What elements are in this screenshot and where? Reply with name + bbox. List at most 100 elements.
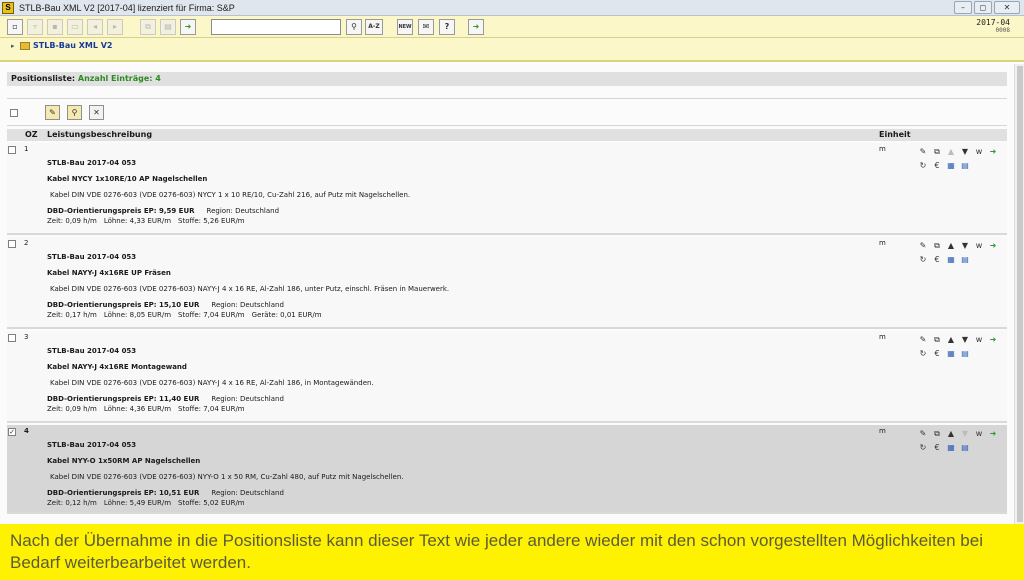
scrollbar-thumb[interactable] [1017, 66, 1023, 522]
print-icon[interactable]: ▭ [67, 19, 83, 35]
row-oz: 2 [24, 239, 29, 247]
positionsliste-label: Positionsliste: [11, 74, 76, 83]
table-icon[interactable]: ▦ [946, 443, 956, 453]
title-bar: S STLB-Bau XML V2 [2017-04] lizenziert f… [0, 0, 1024, 16]
open-icon[interactable]: ▿ [27, 19, 43, 35]
position-list-panel: Positionsliste: Anzahl Einträge: 4 ✎ ⚲ ✕… [0, 64, 1014, 524]
document-icon[interactable]: ▤ [960, 349, 970, 359]
position-row[interactable]: 3 STLB-Bau 2017-04 053 Kabel NAYY-J 4x16… [7, 331, 1007, 423]
new-document-icon[interactable]: ▫ [7, 19, 23, 35]
row-oz: 1 [24, 145, 29, 153]
move-up-icon[interactable]: ▲ [946, 335, 956, 345]
move-down-icon[interactable]: ▼ [960, 147, 970, 157]
mail-icon[interactable]: ✉ [418, 19, 434, 35]
entry-count: Anzahl Einträge: 4 [77, 74, 161, 83]
row-actions-top: ✎ ⧉ ▲ ▼ w ➜ [918, 147, 998, 157]
refresh-icon[interactable]: ↻ [918, 443, 928, 453]
edit-icon[interactable]: ✎ [918, 429, 928, 439]
row-stoffe: Stoffe: 5,26 EUR/m [178, 217, 245, 225]
row-checkbox[interactable] [8, 334, 16, 342]
tree-root-item[interactable]: STLB-Bau XML V2 [33, 41, 112, 50]
folder-icon [20, 42, 30, 50]
edit-icon[interactable]: ✎ [918, 335, 928, 345]
close-button[interactable]: ✕ [994, 1, 1020, 14]
forward-icon[interactable]: ▸ [107, 19, 123, 35]
copy-icon[interactable]: ⧉ [140, 19, 156, 35]
export-icon[interactable]: ➜ [988, 147, 998, 157]
table-icon[interactable]: ▦ [946, 255, 956, 265]
row-region: Region: Deutschland [211, 395, 284, 403]
position-row[interactable]: 1 STLB-Bau 2017-04 053 Kabel NYCY 1x10RE… [7, 143, 1007, 235]
move-down-icon[interactable]: ▼ [960, 241, 970, 251]
import-icon[interactable]: ➜ [180, 19, 196, 35]
minimize-button[interactable]: – [954, 1, 972, 14]
move-up-icon[interactable]: ▲ [946, 241, 956, 251]
export-icon[interactable]: ➜ [988, 429, 998, 439]
delete-icon[interactable]: ✕ [89, 105, 104, 120]
refresh-icon[interactable]: ↻ [918, 349, 928, 359]
w-icon[interactable]: w [974, 335, 984, 345]
row-actions-bottom: ↻ € ▦ ▤ [918, 255, 970, 265]
table-icon[interactable]: ▦ [946, 161, 956, 171]
refresh-icon[interactable]: ↻ [918, 161, 928, 171]
row-loehne: Löhne: 4,36 EUR/m [103, 405, 172, 413]
euro-icon[interactable]: € [932, 349, 942, 359]
export-icon[interactable]: ➜ [988, 241, 998, 251]
move-up-icon[interactable]: ▲ [946, 147, 956, 157]
position-row[interactable]: 2 STLB-Bau 2017-04 053 Kabel NAYY-J 4x16… [7, 237, 1007, 329]
back-icon[interactable]: ◂ [87, 19, 103, 35]
document-icon[interactable]: ▤ [960, 161, 970, 171]
document-icon[interactable]: ▤ [960, 443, 970, 453]
positionsliste-header: Positionsliste: Anzahl Einträge: 4 [7, 72, 1007, 86]
binoculars-icon[interactable]: ⚲ [346, 19, 362, 35]
select-all-checkbox[interactable] [10, 109, 18, 117]
save-icon[interactable]: ▪ [47, 19, 63, 35]
w-icon[interactable]: w [974, 241, 984, 251]
search-text-icon[interactable]: ⚲ [67, 105, 82, 120]
row-checkbox[interactable] [8, 240, 16, 248]
position-row[interactable]: ✓ 4 STLB-Bau 2017-04 053 Kabel NYY-O 1x5… [7, 425, 1007, 514]
exit-icon[interactable]: ➜ [468, 19, 484, 35]
help-icon[interactable]: ? [439, 19, 455, 35]
row-description: Kabel DIN VDE 0276-603 (VDE 0276-603) NY… [50, 473, 404, 481]
edit-icon[interactable]: ✎ [918, 147, 928, 157]
tree-expand-icon[interactable]: ▸ [11, 42, 15, 50]
column-oz[interactable]: OZ [25, 129, 38, 141]
window-title: STLB-Bau XML V2 [2017-04] lizenziert für… [19, 2, 235, 13]
row-zeit: Zeit: 0,09 h/m [47, 217, 97, 225]
copy-icon[interactable]: ⧉ [932, 241, 942, 251]
copy-icon[interactable]: ⧉ [932, 429, 942, 439]
row-price-value: DBD-Orientierungspreis EP: 10,51 EUR [47, 489, 200, 497]
maximize-button[interactable]: ◻ [974, 1, 992, 14]
euro-icon[interactable]: € [932, 161, 942, 171]
vertical-scrollbar[interactable] [1014, 64, 1024, 524]
move-down-icon[interactable]: ▼ [960, 335, 970, 345]
copy-icon[interactable]: ⧉ [932, 147, 942, 157]
refresh-icon[interactable]: ↻ [918, 255, 928, 265]
export-icon[interactable]: ➜ [988, 335, 998, 345]
row-price: DBD-Orientierungspreis EP: 9,59 EUR Regio… [47, 207, 279, 215]
row-checkbox[interactable] [8, 146, 16, 154]
row-unit: m [879, 333, 886, 341]
move-up-icon[interactable]: ▲ [946, 429, 956, 439]
row-geraete: Geräte: 0,01 EUR/m [251, 311, 322, 319]
euro-icon[interactable]: € [932, 443, 942, 453]
copy-icon[interactable]: ⧉ [932, 335, 942, 345]
edit-text-icon[interactable]: ✎ [45, 105, 60, 120]
row-oz: 4 [24, 427, 29, 435]
row-checkbox[interactable]: ✓ [8, 428, 16, 436]
w-icon[interactable]: w [974, 147, 984, 157]
edit-icon[interactable]: ✎ [918, 241, 928, 251]
document-icon[interactable]: ▤ [960, 255, 970, 265]
w-icon[interactable]: w [974, 429, 984, 439]
euro-icon[interactable]: € [932, 255, 942, 265]
move-down-icon[interactable]: ▼ [960, 429, 970, 439]
new-icon[interactable]: NEW [397, 19, 413, 35]
search-input[interactable] [211, 19, 341, 35]
row-description: Kabel DIN VDE 0276-603 (VDE 0276-603) NY… [50, 191, 411, 199]
table-icon[interactable]: ▦ [946, 349, 956, 359]
column-leistungsbeschreibung[interactable]: Leistungsbeschreibung [47, 129, 152, 141]
sort-button[interactable]: A-Z [365, 19, 383, 35]
paste-icon[interactable]: ▤ [160, 19, 176, 35]
column-einheit[interactable]: Einheit [879, 129, 911, 141]
